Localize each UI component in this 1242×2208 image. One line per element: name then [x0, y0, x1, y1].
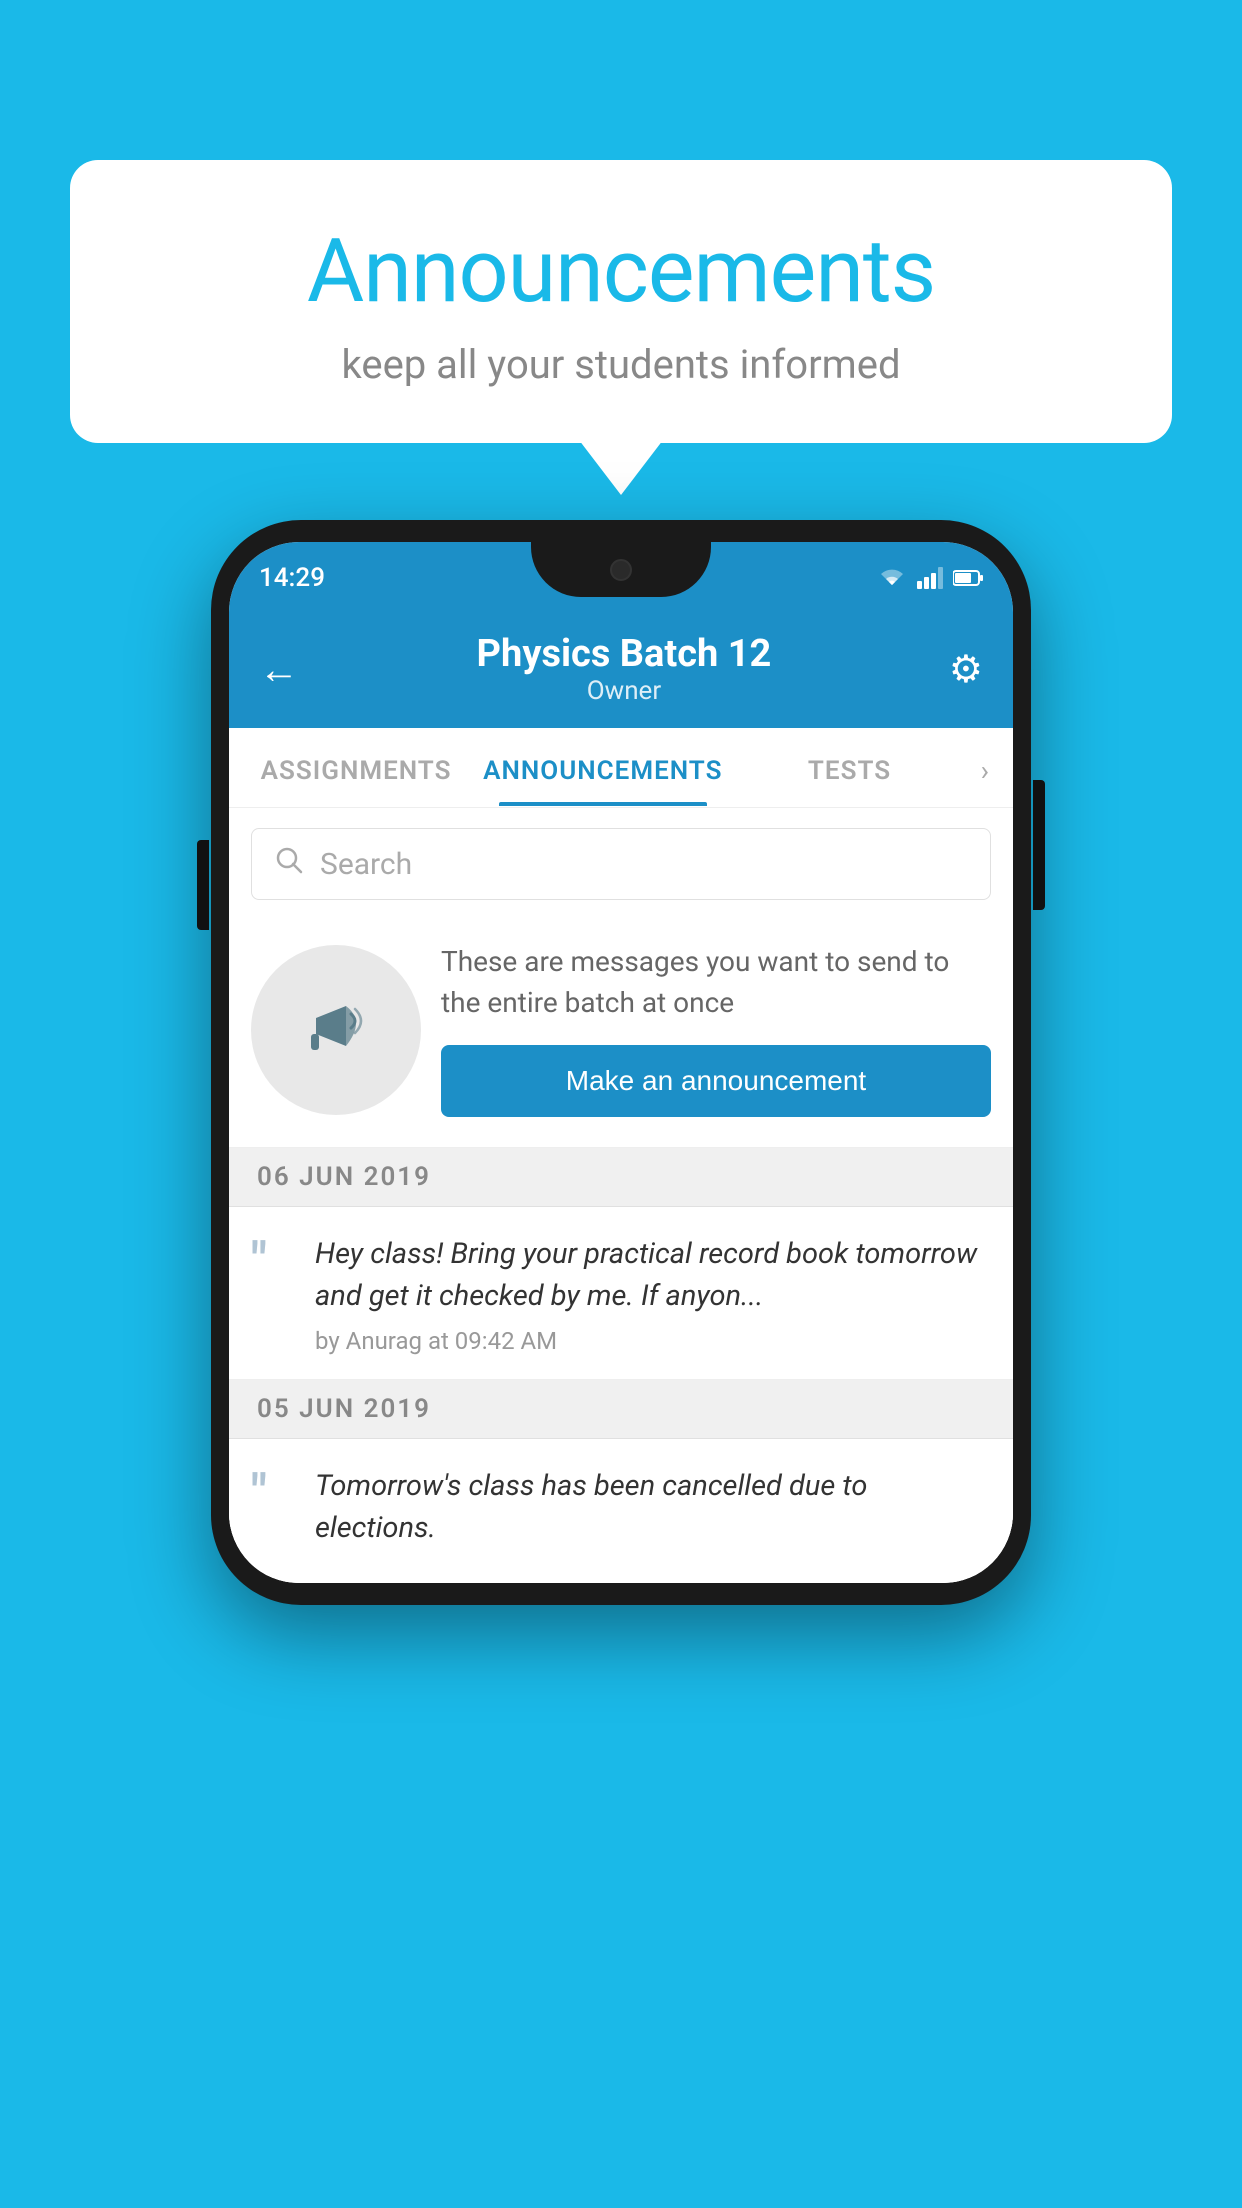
header-title-block: Physics Batch 12 Owner [477, 632, 772, 706]
tabs-bar: ASSIGNMENTS ANNOUNCEMENTS TESTS › [229, 728, 1013, 808]
status-time: 14:29 [259, 563, 325, 593]
phone-screen: 14:29 [229, 542, 1013, 1583]
search-bar[interactable]: Search [251, 828, 991, 900]
announcement-text-block-1: Hey class! Bring your practical record b… [315, 1233, 991, 1355]
announcement-item-2[interactable]: " Tomorrow's class has been cancelled du… [229, 1439, 1013, 1583]
content-area: Search [229, 828, 1013, 1583]
quote-icon-1: " [251, 1237, 297, 1287]
make-announcement-button[interactable]: Make an announcement [441, 1045, 991, 1117]
status-icons [877, 567, 983, 589]
date-divider-1: 06 JUN 2019 [229, 1148, 1013, 1207]
batch-role: Owner [477, 676, 772, 706]
announcement-text-block-2: Tomorrow's class has been cancelled due … [315, 1465, 991, 1559]
wifi-icon [877, 567, 907, 589]
speech-bubble-container: Announcements keep all your students inf… [70, 160, 1172, 443]
announcement-promo: These are messages you want to send to t… [229, 914, 1013, 1148]
settings-icon[interactable]: ⚙ [949, 647, 983, 692]
tab-tests[interactable]: TESTS [732, 730, 966, 806]
tab-announcements[interactable]: ANNOUNCEMENTS [473, 730, 732, 806]
tab-assignments[interactable]: ASSIGNMENTS [239, 730, 473, 806]
phone-outer: 14:29 [211, 520, 1031, 1605]
date-divider-2: 05 JUN 2019 [229, 1380, 1013, 1439]
phone-mockup: 14:29 [211, 520, 1031, 1605]
announcement-text-2: Tomorrow's class has been cancelled due … [315, 1465, 991, 1549]
app-header: ← Physics Batch 12 Owner ⚙ [229, 614, 1013, 728]
notch [531, 542, 711, 597]
announcement-item-1[interactable]: " Hey class! Bring your practical record… [229, 1207, 1013, 1380]
promo-description: These are messages you want to send to t… [441, 942, 991, 1023]
bubble-title: Announcements [130, 220, 1112, 323]
search-icon [274, 845, 304, 883]
announcement-text-1: Hey class! Bring your practical record b… [315, 1233, 991, 1317]
search-placeholder: Search [320, 847, 412, 882]
announcement-meta-1: by Anurag at 09:42 AM [315, 1327, 991, 1355]
signal-icon [917, 567, 943, 589]
promo-icon-circle [251, 945, 421, 1115]
bubble-subtitle: keep all your students informed [130, 341, 1112, 388]
speech-bubble: Announcements keep all your students inf… [70, 160, 1172, 443]
megaphone-icon [291, 976, 381, 1084]
batch-title: Physics Batch 12 [477, 632, 772, 676]
battery-icon [953, 569, 983, 587]
promo-content: These are messages you want to send to t… [441, 942, 991, 1117]
quote-icon-2: " [251, 1469, 297, 1519]
camera [610, 559, 632, 581]
tab-more[interactable]: › [967, 728, 1003, 807]
status-bar: 14:29 [229, 542, 1013, 614]
back-button[interactable]: ← [259, 646, 299, 693]
